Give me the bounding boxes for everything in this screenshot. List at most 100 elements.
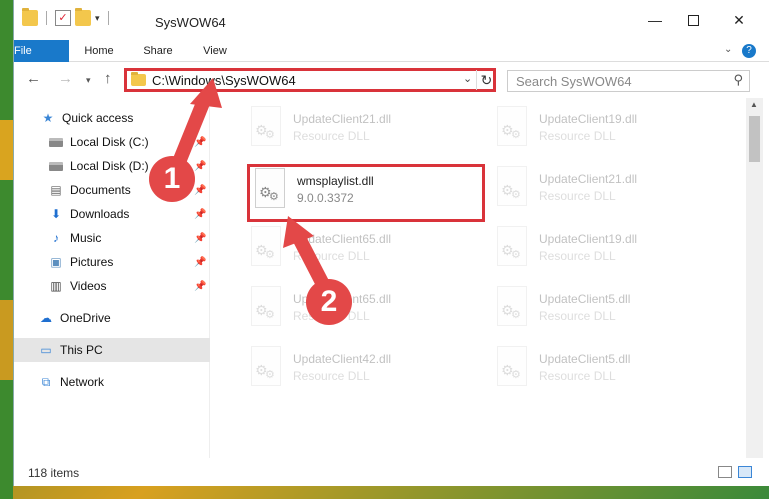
- search-box[interactable]: ⚲: [507, 70, 750, 92]
- properties-icon[interactable]: ✓: [55, 10, 71, 26]
- sidebar-item-local-disk-c[interactable]: Local Disk (C:) 📌: [14, 130, 210, 154]
- tab-home[interactable]: Home: [71, 40, 127, 62]
- pin-icon: 📌: [194, 184, 207, 196]
- file-item[interactable]: ⚙ ⚙ UpdateClient5.dll Resource DLL: [493, 346, 728, 392]
- navigation-bar: ← → ▾ ↑ C:\Windows\SysWOW64 ⌄ ↻ ⚲: [14, 62, 769, 98]
- search-input[interactable]: [508, 71, 718, 91]
- maximize-button[interactable]: [670, 0, 716, 40]
- sidebar-item-downloads[interactable]: ⬇ Downloads 📌: [14, 202, 210, 226]
- file-item[interactable]: ⚙⚙ UpdateClient65.dllResource DLL: [247, 226, 482, 272]
- desktop-wallpaper-edge: [0, 0, 13, 499]
- disk-icon: [48, 158, 64, 174]
- file-item[interactable]: ⚙⚙ UpdateClient65.dllResource DLL: [247, 286, 482, 332]
- window-title: SysWOW64: [155, 15, 226, 30]
- file-item[interactable]: ⚙ ⚙ UpdateClient42.dll Resource DLL: [247, 346, 482, 392]
- back-button[interactable]: ←: [26, 70, 41, 87]
- navigation-pane: ★ Quick access Local Disk (C:) 📌 Local D…: [14, 98, 210, 458]
- file-name: UpdateClient19.dll: [539, 232, 638, 246]
- status-bar: 118 items: [14, 462, 769, 484]
- expand-ribbon-chevron-icon[interactable]: ⌄: [724, 44, 732, 55]
- sidebar-item-label: Music: [70, 231, 102, 245]
- dll-file-icon: ⚙ ⚙: [493, 346, 529, 388]
- new-folder-icon[interactable]: [75, 8, 91, 26]
- ribbon-tabs: File Home Share View: [14, 40, 769, 86]
- scroll-up-icon[interactable]: ▲: [750, 100, 758, 109]
- large-icons-view-icon[interactable]: [738, 466, 752, 478]
- sidebar-item-label: Local Disk (C:): [70, 135, 149, 149]
- file-name: UpdateClient5.dll: [539, 352, 631, 366]
- search-icon[interactable]: ⚲: [733, 72, 743, 88]
- sidebar-item-label: This PC: [60, 343, 103, 357]
- computer-icon: ▭: [40, 343, 52, 357]
- item-count: 118 items: [28, 466, 80, 480]
- dll-file-icon: ⚙ ⚙: [247, 286, 283, 328]
- file-detail: Resource DLL: [539, 249, 616, 263]
- close-button[interactable]: ✕: [716, 0, 762, 40]
- file-item[interactable]: ⚙ ⚙ UpdateClient5.dll Resource DLL: [493, 286, 728, 332]
- details-view-icon[interactable]: [718, 466, 732, 478]
- minimize-icon: —: [648, 12, 662, 28]
- sidebar-item-videos[interactable]: ▥ Videos 📌: [14, 274, 210, 298]
- sidebar-item-network[interactable]: ⧉ Network: [14, 370, 210, 394]
- quick-access-toolbar: ✓ ▾: [22, 8, 113, 26]
- sidebar-item-label: Quick access: [62, 111, 134, 125]
- sidebar-item-onedrive[interactable]: ☁ OneDrive: [14, 306, 210, 330]
- title-bar: ✓ ▾ SysWOW64 — ✕: [14, 0, 769, 40]
- address-path[interactable]: C:\Windows\SysWOW64: [152, 73, 296, 88]
- sidebar-item-label: Pictures: [70, 255, 114, 269]
- tab-view[interactable]: View: [189, 40, 241, 62]
- recent-locations-dropdown-icon[interactable]: ▾: [86, 75, 91, 86]
- file-item[interactable]: ⚙ ⚙ UpdateClient21.dll Resource DLL: [493, 166, 728, 212]
- explorer-window: ✓ ▾ SysWOW64 — ✕ File Home Share View ⌄ …: [13, 0, 769, 486]
- sidebar-item-label: Local Disk (D:): [70, 159, 149, 173]
- pin-icon: 📌: [194, 208, 207, 220]
- maximize-icon: [687, 14, 699, 26]
- dll-file-icon: ⚙ ⚙: [247, 226, 283, 268]
- step-2-callout: 2: [306, 279, 352, 325]
- sidebar-item-music[interactable]: ♪ Music 📌: [14, 226, 210, 250]
- dll-file-icon: ⚙ ⚙: [247, 346, 283, 388]
- dll-file-icon: ⚙ ⚙: [247, 106, 283, 148]
- scrollbar-thumb[interactable]: [749, 116, 760, 162]
- file-name: UpdateClient65.dll: [293, 232, 392, 246]
- file-highlight-box: [247, 164, 485, 222]
- pin-icon: 📌: [194, 280, 207, 292]
- cloud-icon: ☁: [40, 311, 52, 325]
- sidebar-item-quick-access[interactable]: ★ Quick access: [14, 106, 210, 130]
- sidebar-item-label: Documents: [70, 183, 131, 197]
- folder-icon: [22, 8, 38, 26]
- tab-share[interactable]: Share: [127, 40, 189, 62]
- file-name: UpdateClient42.dll: [293, 352, 392, 366]
- sidebar-item-label: Network: [60, 375, 105, 389]
- file-detail: Resource DLL: [293, 369, 370, 383]
- up-button[interactable]: ↑: [104, 70, 112, 87]
- address-dropdown-icon[interactable]: ⌄: [463, 72, 472, 85]
- file-name: UpdateClient21.dll: [293, 112, 392, 126]
- pin-icon: 📌: [194, 160, 207, 172]
- pin-icon: 📌: [194, 232, 207, 244]
- sidebar-item-label: Downloads: [70, 207, 130, 221]
- forward-button[interactable]: →: [58, 70, 73, 87]
- refresh-button[interactable]: ↻: [476, 70, 496, 90]
- pin-icon: 📌: [194, 136, 207, 148]
- video-icon: ▥: [50, 279, 62, 293]
- file-item[interactable]: ⚙ ⚙ UpdateClient19.dll Resource DLL: [493, 106, 728, 152]
- disk-icon: [48, 134, 64, 150]
- dll-file-icon: ⚙ ⚙: [493, 226, 529, 268]
- file-list: ⚙ ⚙ UpdateClient21.dll Resource DLL ⚙ ⚙ Upd…: [211, 98, 746, 458]
- sidebar-item-label: OneDrive: [60, 311, 111, 325]
- file-name: UpdateClient21.dll: [539, 172, 638, 186]
- vertical-scrollbar[interactable]: ▲: [746, 98, 763, 458]
- sidebar-item-pictures[interactable]: ▣ Pictures 📌: [14, 250, 210, 274]
- file-detail: Resource DLL: [539, 129, 616, 143]
- file-item[interactable]: ⚙ ⚙ UpdateClient19.dll Resource DLL: [493, 226, 728, 272]
- address-bar[interactable]: C:\Windows\SysWOW64 ⌄: [124, 68, 496, 92]
- step-1-callout: 1: [149, 156, 195, 202]
- folder-icon: [131, 72, 146, 86]
- file-item[interactable]: ⚙ ⚙ UpdateClient21.dll Resource DLL: [247, 106, 482, 152]
- sidebar-item-this-pc[interactable]: ▭ This PC: [14, 338, 210, 362]
- help-icon[interactable]: ?: [742, 44, 756, 58]
- download-icon: ⬇: [50, 207, 62, 221]
- customize-toolbar-dropdown-icon[interactable]: ▾: [95, 13, 100, 24]
- file-detail: Resource DLL: [539, 189, 616, 203]
